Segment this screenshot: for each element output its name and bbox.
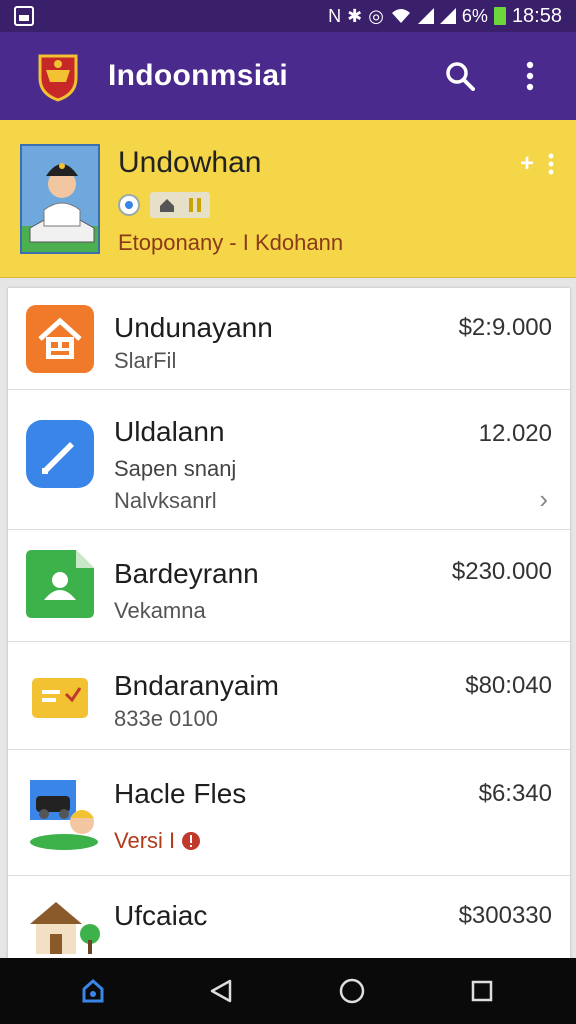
villa-icon [30, 902, 100, 954]
pause-badge-icon [189, 198, 201, 212]
signal-icon-2 [439, 8, 456, 24]
app-title: Indoonmsiai [108, 59, 288, 92]
home-icon[interactable] [338, 977, 366, 1005]
item-amount: $300330 [458, 902, 552, 929]
item-amount: 12.020 [478, 420, 552, 447]
item-title: Hacle Fles [114, 778, 247, 809]
add-icon[interactable]: + [520, 150, 534, 178]
list-item[interactable]: Hacle Fles Versi I $6:340 [8, 750, 570, 876]
transaction-list: Undunayann SlarFil $2:9.000 Uldalann Sap… [8, 288, 570, 966]
notification-icon [14, 6, 34, 26]
people-icon [30, 780, 98, 850]
clock: 18:58 [511, 4, 562, 27]
verified-icon [118, 194, 140, 216]
item-subtitle: Vekamna [114, 598, 206, 623]
back-icon[interactable] [208, 978, 234, 1004]
folder-icon [32, 678, 88, 718]
bluetooth-icon: ✱ [347, 5, 363, 26]
item-title: Ufcaiac [114, 900, 208, 931]
item-subtitle-2: Nalvksanrl [114, 488, 217, 513]
document-icon [26, 550, 94, 618]
profile-subtitle: Etoponany - I Kdohann [118, 230, 344, 255]
list-item[interactable]: Ufcaiac $300330 [8, 876, 570, 966]
home-badge-icon [160, 199, 174, 212]
system-nav-bar [0, 958, 576, 1024]
alarm-icon: ◎ [368, 5, 384, 26]
app-logo-emblem-icon [38, 54, 78, 102]
list-item[interactable]: Uldalann Sapen snanj Nalvksanrl 12.020 › [8, 390, 570, 530]
item-amount: $2:9.000 [458, 314, 552, 341]
item-subtitle-text: Versi I [114, 828, 176, 853]
item-amount: $6:340 [478, 780, 552, 807]
battery-percent: 6% [461, 5, 488, 26]
list-item[interactable]: Undunayann SlarFil $2:9.000 [8, 288, 570, 390]
item-subtitle: Sapen snanj [114, 456, 237, 481]
recents-icon[interactable] [470, 979, 494, 1003]
profile-name: Undowhan [118, 146, 262, 179]
item-amount: $230.000 [451, 558, 552, 585]
alert-icon [182, 832, 201, 850]
item-title: Bndaranyaim [114, 670, 279, 701]
status-icons: N ✱ ◎ 6% 18:58 [328, 5, 562, 28]
item-title: Bardeyrann [114, 558, 259, 589]
house-icon [26, 305, 94, 373]
item-subtitle: Versi I [114, 828, 201, 854]
avatar [20, 144, 100, 254]
signal-icon [417, 8, 434, 24]
assistant-icon[interactable] [82, 979, 104, 1003]
app-bar: Indoonmsiai [0, 32, 576, 120]
badge-group [150, 192, 210, 218]
profile-more-icon[interactable] [548, 153, 554, 175]
battery-icon [493, 7, 506, 25]
item-title: Undunayann [114, 312, 273, 343]
profile-card[interactable]: Undowhan Etoponany - I Kdohann + [0, 120, 576, 278]
search-icon[interactable] [442, 58, 478, 94]
wifi-icon [391, 9, 410, 23]
item-title: Uldalann [114, 416, 225, 447]
list-item[interactable]: Bndaranyaim 833e 0100 $80:040 [8, 642, 570, 750]
profile-chip-row [118, 192, 210, 218]
item-subtitle: SlarFil [114, 348, 177, 373]
chevron-right-icon[interactable]: › [539, 484, 548, 515]
more-vert-icon[interactable] [512, 58, 548, 94]
officer-avatar-icon [22, 163, 98, 252]
item-amount: $80:040 [465, 672, 552, 699]
indicator-text: N [328, 5, 342, 26]
status-bar: N ✱ ◎ 6% 18:58 [0, 0, 576, 32]
list-item[interactable]: Bardeyrann Vekamna $230.000 [8, 530, 570, 642]
pencil-icon [26, 420, 94, 488]
item-subtitle: 833e 0100 [114, 706, 218, 731]
